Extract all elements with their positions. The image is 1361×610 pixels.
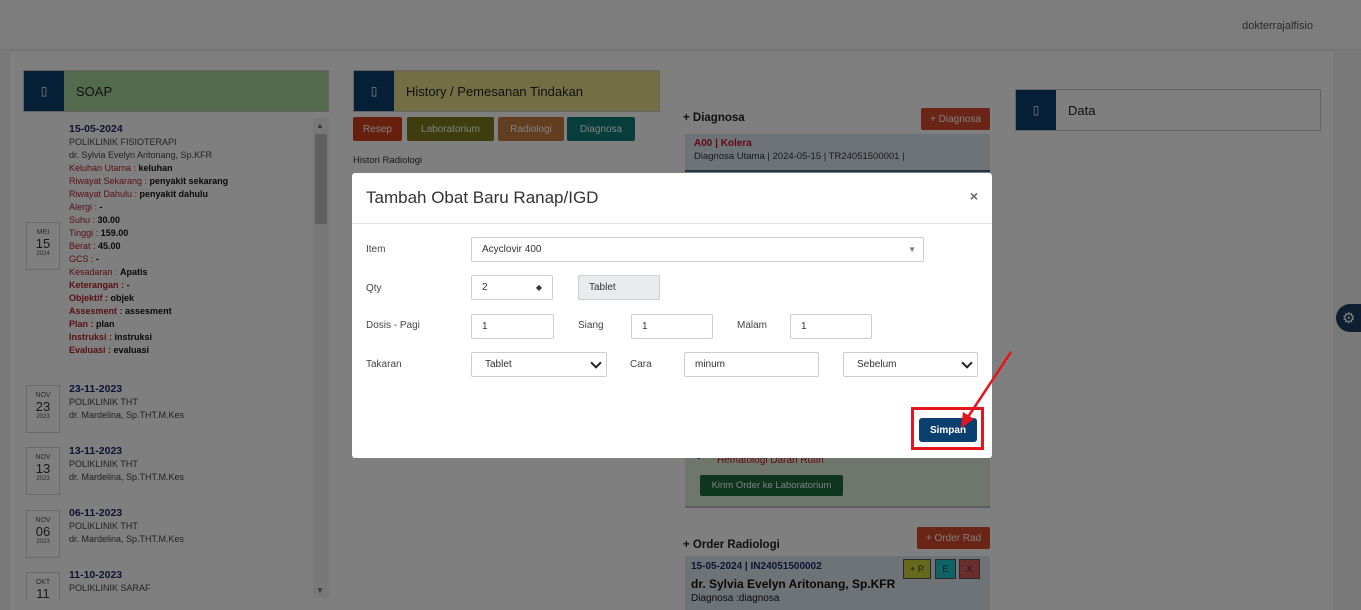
annotation-highlight-box — [911, 407, 984, 450]
siang-value: 1 — [642, 321, 648, 332]
cara-value: minum — [695, 359, 726, 370]
siang-label: Siang — [578, 320, 604, 331]
cara-label: Cara — [630, 359, 652, 370]
item-select-value: Acyclovir 400 — [482, 244, 542, 255]
qty-label: Qty — [366, 283, 382, 294]
item-select[interactable]: Acyclovir 400 ▼ — [471, 237, 924, 262]
close-icon[interactable]: × — [970, 188, 978, 204]
modal-title: Tambah Obat Baru Ranap/IGD — [366, 188, 599, 207]
waktu-value: Sebelum — [857, 359, 897, 370]
unit-display: Tablet — [578, 275, 660, 300]
item-label: Item — [366, 244, 386, 255]
takaran-select[interactable]: Tablet — [471, 352, 607, 377]
chevron-down-icon — [961, 357, 973, 369]
dosis-pagi-value: 1 — [482, 321, 488, 332]
chevron-down-icon — [590, 357, 602, 369]
tambah-obat-modal: Tambah Obat Baru Ranap/IGD × Item Acyclo… — [352, 173, 992, 458]
takaran-value: Tablet — [485, 359, 512, 370]
spinner-icon[interactable]: ◆ — [536, 283, 542, 292]
waktu-select[interactable]: Sebelum — [843, 352, 978, 377]
modal-header: Tambah Obat Baru Ranap/IGD × — [352, 173, 992, 224]
malam-label: Malam — [737, 320, 768, 331]
dosis-pagi-input[interactable]: 1 — [471, 314, 554, 339]
cara-input[interactable]: minum — [684, 352, 819, 377]
unit-value: Tablet — [589, 282, 616, 293]
siang-input[interactable]: 1 — [631, 314, 713, 339]
caret-down-icon: ▼ — [908, 245, 916, 254]
dosis-pagi-label: Dosis - Pagi — [366, 320, 420, 331]
takaran-label: Takaran — [366, 359, 402, 370]
malam-value: 1 — [801, 321, 807, 332]
qty-value: 2 — [482, 282, 488, 293]
qty-input[interactable]: 2 ◆ — [471, 275, 553, 300]
malam-input[interactable]: 1 — [790, 314, 872, 339]
